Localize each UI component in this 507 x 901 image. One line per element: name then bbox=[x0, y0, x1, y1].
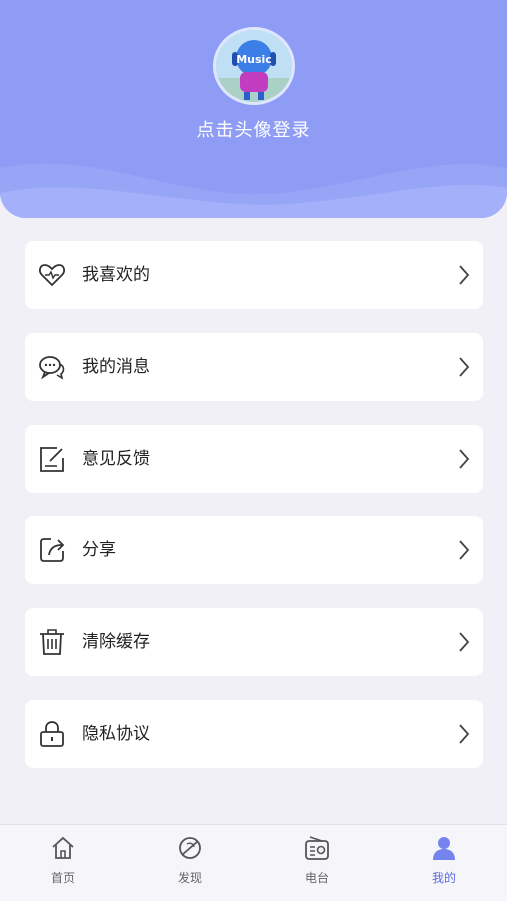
menu-label: 意见反馈 bbox=[82, 449, 150, 469]
menu-label: 隐私协议 bbox=[82, 724, 150, 744]
radio-icon bbox=[305, 836, 329, 860]
chevron-right-icon bbox=[459, 449, 470, 469]
chevron-right-icon bbox=[459, 540, 470, 560]
tab-label: 首页 bbox=[50, 871, 75, 885]
login-prompt[interactable]: 点击头像登录 bbox=[0, 116, 507, 142]
wave-decoration bbox=[0, 163, 507, 218]
tab-discover[interactable]: 发现 bbox=[127, 825, 253, 901]
avatar[interactable]: Music bbox=[213, 27, 295, 105]
profile-header: Music 点击头像登录 bbox=[0, 0, 507, 218]
chevron-right-icon bbox=[459, 632, 470, 652]
menu-item-privacy[interactable]: 隐私协议 bbox=[25, 700, 483, 768]
discover-icon bbox=[179, 837, 201, 859]
user-icon bbox=[433, 837, 455, 860]
tab-radio[interactable]: 电台 bbox=[254, 825, 380, 901]
share-icon bbox=[40, 538, 65, 562]
heart-icon bbox=[38, 264, 66, 287]
tab-label: 电台 bbox=[304, 871, 329, 885]
lock-icon bbox=[40, 721, 64, 747]
chat-icon bbox=[39, 356, 65, 380]
svg-text:Music: Music bbox=[236, 53, 272, 66]
menu-item-messages[interactable]: 我的消息 bbox=[25, 333, 483, 401]
menu-item-clear-cache[interactable]: 清除缓存 bbox=[25, 608, 483, 676]
tab-label: 我的 bbox=[431, 871, 456, 885]
menu-item-favorites[interactable]: 我喜欢的 bbox=[25, 241, 483, 309]
chevron-right-icon bbox=[459, 357, 470, 377]
menu-label: 我喜欢的 bbox=[82, 265, 150, 285]
bottom-tab-bar: 首页 发现 电台 我的 bbox=[0, 824, 507, 901]
menu-label: 清除缓存 bbox=[82, 632, 150, 652]
menu-label: 分享 bbox=[82, 540, 116, 560]
tab-label: 发现 bbox=[177, 871, 202, 885]
menu-item-share[interactable]: 分享 bbox=[25, 516, 483, 584]
feedback-icon bbox=[40, 447, 64, 472]
tab-home[interactable]: 首页 bbox=[0, 825, 126, 901]
trash-icon bbox=[40, 629, 64, 655]
menu-label: 我的消息 bbox=[82, 357, 150, 377]
chevron-right-icon bbox=[459, 724, 470, 744]
tab-mine[interactable]: 我的 bbox=[381, 825, 507, 901]
avatar-image: Music bbox=[216, 30, 292, 102]
chevron-right-icon bbox=[459, 265, 470, 285]
home-icon bbox=[52, 836, 74, 859]
menu-item-feedback[interactable]: 意见反馈 bbox=[25, 425, 483, 493]
